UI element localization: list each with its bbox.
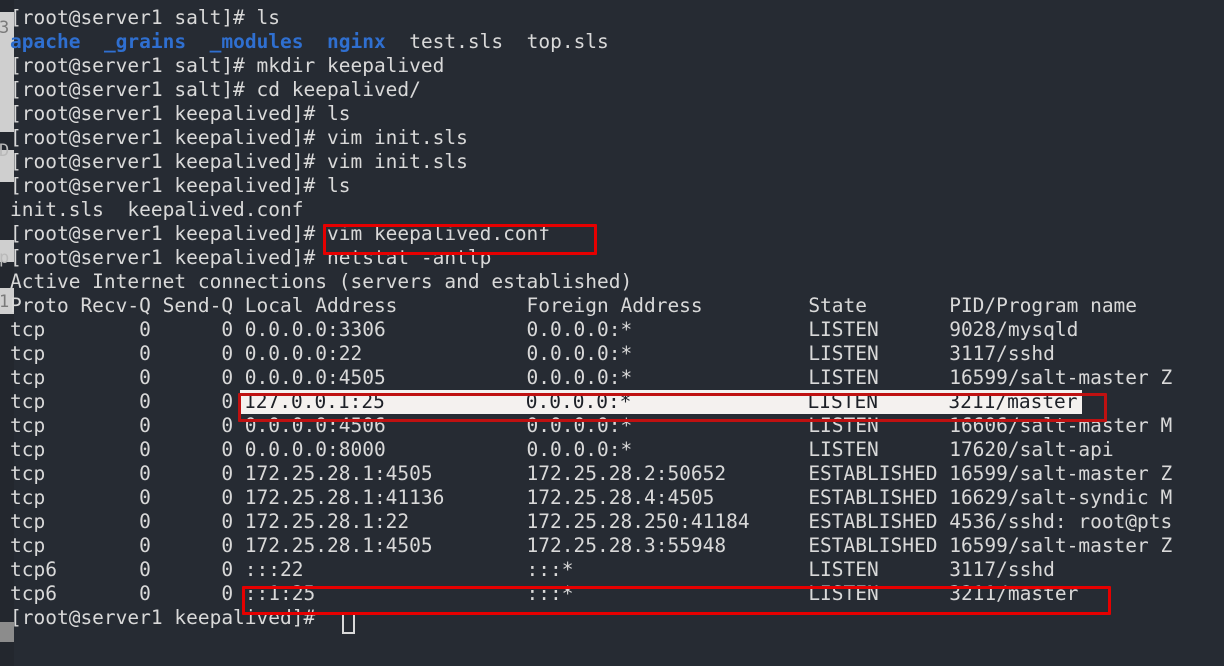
netstat-row: tcp 0 0 0.0.0.0:3306 0.0.0.0:* LISTEN 90… <box>10 318 1079 341</box>
command-line: [root@server1 salt]# mkdir keepalived <box>10 54 445 77</box>
netstat-row-highlight-segment: 127.0.0.1:25 0.0.0.0:* LISTEN 3211/maste… <box>240 390 1082 414</box>
netstat-banner: Active Internet connections (servers and… <box>10 270 633 293</box>
command-line: [root@server1 salt]# ls <box>10 6 281 29</box>
dir-entry-nginx[interactable]: nginx <box>327 30 386 53</box>
command-line: [root@server1 keepalived]# vim init.sls <box>10 150 468 173</box>
netstat-row: tcp 0 0 0.0.0.0:8000 0.0.0.0:* LISTEN 17… <box>10 438 1114 461</box>
dir-entry-modules[interactable]: _modules <box>210 30 304 53</box>
netstat-row: tcp 0 0 172.25.28.1:41136 172.25.28.4:45… <box>10 486 1173 509</box>
command-line: [root@server1 keepalived]# ls <box>10 102 351 125</box>
netstat-header-row: Proto Recv-Q Send-Q Local Address Foreig… <box>10 294 1138 317</box>
netstat-row: tcp 0 0 0.0.0.0:22 0.0.0.0:* LISTEN 3117… <box>10 342 1055 365</box>
file-entry-test-sls[interactable]: test.sls <box>409 30 503 53</box>
netstat-row: tcp 0 0 172.25.28.1:22 172.25.28.250:411… <box>10 510 1173 533</box>
netstat-row-prefix: tcp 0 0 <box>10 390 234 413</box>
dir-entry-grains[interactable]: _grains <box>104 30 186 53</box>
terminal-output: [root@server1 salt]# ls apache _grains _… <box>10 6 1224 666</box>
active-prompt[interactable]: [root@server1 keepalived]# <box>10 606 1224 630</box>
netstat-row-ipv6-smtp: tcp6 0 0 ::1:25 :::* LISTEN 3211/master <box>10 582 1079 605</box>
netstat-row: tcp 0 0 172.25.28.1:4505 172.25.28.3:559… <box>10 534 1173 557</box>
ls-output-row: init.sls keepalived.conf <box>10 198 304 221</box>
command-line: [root@server1 keepalived]# ls <box>10 174 351 197</box>
command-line: [root@server1 keepalived]# vim init.sls <box>10 126 468 149</box>
netstat-row: tcp 0 0 0.0.0.0:4506 0.0.0.0:* LISTEN 16… <box>10 414 1173 437</box>
netstat-row: tcp 0 0 172.25.28.1:4505 172.25.28.2:506… <box>10 462 1173 485</box>
dir-entry-apache[interactable]: apache <box>10 30 80 53</box>
command-line-vim-keepalived-conf: [root@server1 keepalived]# vim keepalive… <box>10 222 551 245</box>
command-line-netstat: [root@server1 keepalived]# netstat -antl… <box>10 246 492 269</box>
netstat-row: tcp6 0 0 :::22 :::* LISTEN 3117/sshd <box>10 558 1055 581</box>
command-line: [root@server1 salt]# cd keepalived/ <box>10 78 421 101</box>
ls-output-row: apache _grains _modules nginx test.sls t… <box>10 30 1224 54</box>
netstat-row: tcp 0 0 0.0.0.0:4505 0.0.0.0:* LISTEN 16… <box>10 366 1173 389</box>
netstat-row-highlighted: tcp 0 0 127.0.0.1:25 0.0.0.0:* LISTEN 321… <box>10 390 1224 414</box>
terminal-screen[interactable]: 3 D p 1 [root@server1 salt]# ls apache _… <box>0 0 1224 666</box>
file-entry-top-sls[interactable]: top.sls <box>527 30 609 53</box>
text-cursor <box>342 613 355 634</box>
